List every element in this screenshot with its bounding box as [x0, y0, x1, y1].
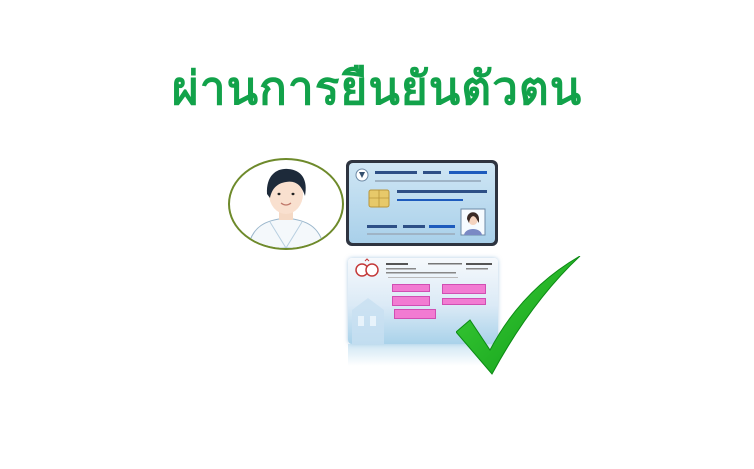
id-card-icon [346, 160, 498, 246]
check-mark-icon [455, 255, 582, 378]
page-title: ผ่านการยืนยันตัวตน [171, 61, 583, 115]
user-avatar-icon [228, 158, 344, 250]
